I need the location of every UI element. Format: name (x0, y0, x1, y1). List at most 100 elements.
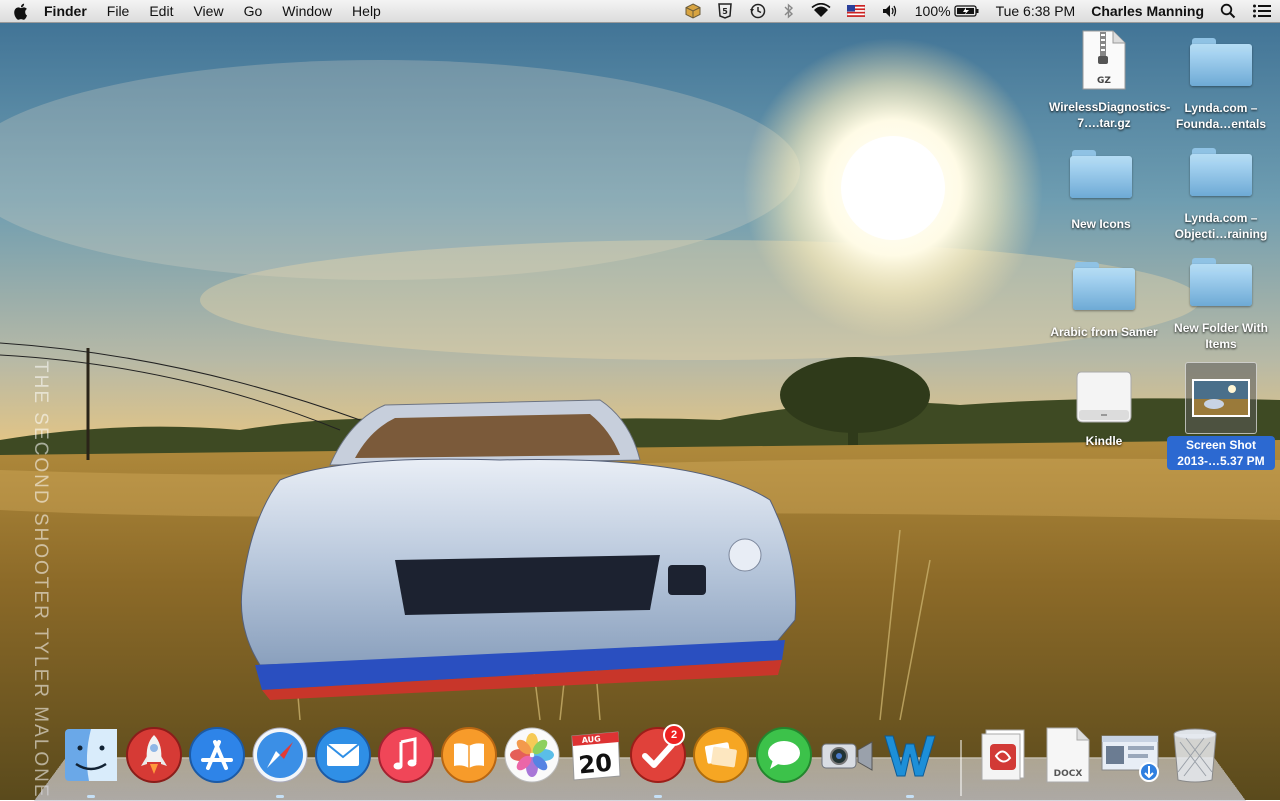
desktop-icon-label: New Folder With Items (1174, 321, 1268, 351)
selection-highlight (1185, 362, 1257, 434)
music-note-icon (378, 727, 434, 783)
speech-bubble-icon (756, 727, 812, 783)
dock-keynote[interactable] (692, 726, 750, 784)
dock-itunes[interactable] (377, 726, 435, 784)
battery-percent: 100% (914, 3, 951, 19)
dock-facetime[interactable] (818, 726, 876, 784)
wallpaper-watermark: THE SECOND SHOOTER TYLER MALONE (30, 361, 51, 799)
desktop-icon-screen-shot[interactable]: Screen Shot 2013-…5.37 PM (1162, 362, 1280, 470)
volume-menu[interactable] (881, 3, 899, 19)
pdf-document-icon (981, 729, 1025, 781)
calendar-month: AUG (581, 734, 601, 745)
menu-window[interactable]: Window (272, 0, 342, 22)
apple-menu[interactable] (0, 3, 40, 20)
dock-mail[interactable] (314, 726, 372, 784)
dock-stack-pdf[interactable] (976, 726, 1034, 784)
menu-bar: Finder File Edit View Go Window Help 5 1… (0, 0, 1280, 23)
dock-messages[interactable] (755, 726, 813, 784)
running-indicator (906, 795, 914, 798)
user-menu[interactable]: Charles Manning (1091, 3, 1204, 19)
running-indicator (654, 795, 662, 798)
book-icon (441, 727, 497, 783)
folder-icon (1190, 38, 1252, 88)
finder-icon (65, 729, 117, 781)
menu-extra-html5[interactable]: 5 (717, 3, 733, 19)
us-flag-icon (846, 5, 865, 17)
notification-center-button[interactable] (1252, 3, 1272, 19)
running-indicator (87, 795, 95, 798)
dock-word[interactable] (881, 726, 939, 784)
desktop-icon-label: Arabic from Samer (1050, 325, 1158, 339)
menu-extra-box[interactable] (685, 3, 701, 19)
desktop-icon-lynda-foundations[interactable]: Lynda.com – Founda…entals (1166, 38, 1276, 132)
running-indicator (276, 795, 284, 798)
desktop-icon-label: Kindle (1085, 434, 1123, 448)
folder-icon (1190, 258, 1252, 308)
folder-icon (1073, 262, 1135, 312)
search-icon (1220, 3, 1236, 19)
gz-archive-icon: GZ (1082, 30, 1126, 90)
bluetooth-icon (784, 3, 793, 19)
menu-help[interactable]: Help (342, 0, 391, 22)
menu-edit[interactable]: Edit (139, 0, 183, 22)
menu-clock[interactable]: Tue 6:38 PM (996, 3, 1076, 19)
time-machine-icon (749, 3, 765, 19)
dock-launchpad[interactable] (125, 726, 183, 784)
drive-icon (1076, 371, 1132, 423)
dock-calendar[interactable]: AUG 20 (566, 726, 624, 784)
list-icon (1253, 4, 1271, 18)
screenshot-file-icon (1192, 379, 1250, 417)
apple-icon (13, 3, 27, 20)
dock-app-store[interactable] (188, 726, 246, 784)
calendar-icon: AUG 20 (571, 731, 621, 781)
battery-charging-icon (953, 5, 979, 17)
menu-finder[interactable]: Finder (40, 0, 97, 22)
wifi-menu[interactable] (811, 3, 831, 19)
html5-icon: 5 (717, 3, 732, 19)
dock-stack-docx[interactable]: DOCX (1039, 726, 1097, 784)
desktop-icon-label: Screen Shot 2013-…5.37 PM (1167, 436, 1275, 470)
menu-go[interactable]: Go (234, 0, 273, 22)
desktop-icon-label: Lynda.com – Founda…entals (1175, 101, 1266, 131)
dock-stack-downloads[interactable] (1100, 726, 1159, 784)
slides-icon (693, 727, 749, 783)
time-machine-menu[interactable] (749, 3, 767, 19)
rocket-icon (126, 727, 182, 783)
svg-text:5: 5 (722, 7, 728, 16)
battery-menu[interactable]: 100% (915, 3, 980, 19)
wifi-icon (811, 3, 831, 17)
downloads-stack-icon (1101, 735, 1159, 782)
desktop-icon-arabic-from-samer[interactable]: Arabic from Samer (1049, 262, 1159, 340)
word-icon (884, 735, 936, 777)
desktop-icon-kindle[interactable]: Kindle (1049, 370, 1159, 449)
desktop-icon-wireless-diagnostics[interactable]: GZ WirelessDiagnostics-7….tar.gz (1049, 30, 1171, 131)
bluetooth-menu[interactable] (783, 3, 795, 19)
compass-icon (252, 727, 308, 783)
calendar-day: 20 (577, 749, 613, 780)
dock-ibooks[interactable] (440, 726, 498, 784)
speaker-icon (882, 5, 896, 17)
mail-icon (315, 727, 371, 783)
desktop-icon-label: Lynda.com – Objecti…raining (1174, 211, 1268, 241)
dock-finder[interactable] (62, 726, 120, 784)
dock-safari[interactable] (251, 726, 309, 784)
dock-trash[interactable] (1166, 726, 1224, 784)
gz-badge: GZ (1097, 76, 1111, 86)
photos-icon (504, 727, 560, 783)
desktop-icon-label: New Icons (1071, 217, 1131, 231)
folder-icon (1070, 150, 1132, 200)
docx-label: DOCX (1054, 769, 1083, 779)
desktop-icon-new-icons[interactable]: New Icons (1046, 150, 1156, 232)
desktop-icon-new-folder-with-items[interactable]: New Folder With Items (1166, 258, 1276, 352)
dock-wunderlist[interactable]: 2 (629, 724, 687, 784)
dock-photos[interactable] (503, 726, 561, 784)
spotlight-button[interactable] (1220, 3, 1236, 19)
desktop-icon-label: WirelessDiagnostics-7….tar.gz (1049, 100, 1171, 130)
app-store-icon (189, 727, 245, 783)
desktop-icon-lynda-objective[interactable]: Lynda.com – Objecti…raining (1166, 148, 1276, 242)
menu-file[interactable]: File (97, 0, 140, 22)
input-source-menu[interactable] (846, 5, 865, 17)
menu-view[interactable]: View (183, 0, 233, 22)
video-camera-icon (821, 741, 873, 771)
trash-icon (1173, 728, 1217, 783)
